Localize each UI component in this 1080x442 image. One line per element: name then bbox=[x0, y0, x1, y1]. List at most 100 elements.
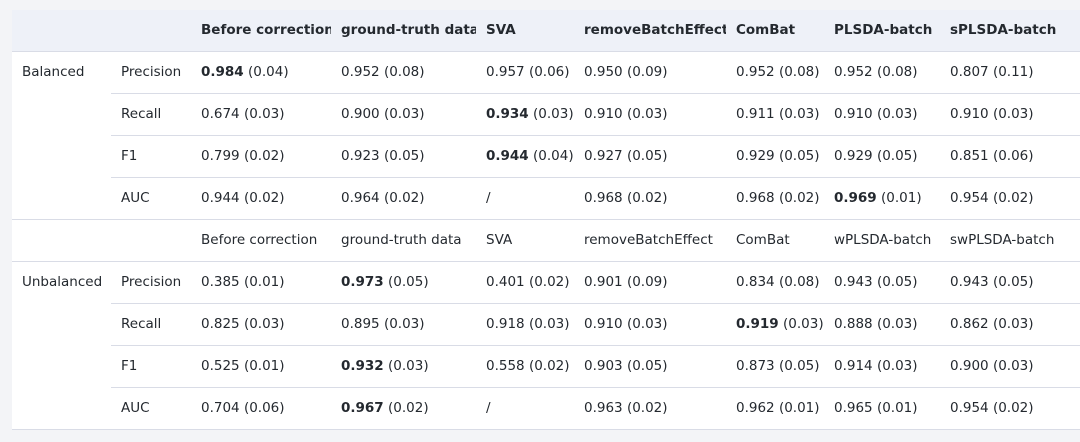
cell-value: / bbox=[486, 399, 491, 416]
table-cell: 0.799 (0.02) bbox=[191, 135, 331, 178]
table-cell: 0.919 (0.03) bbox=[726, 303, 824, 346]
cell-value: (0.04) bbox=[528, 147, 574, 164]
table-cell: 0.934 (0.03) bbox=[476, 93, 574, 136]
table-cell: 0.558 (0.02) bbox=[476, 345, 574, 388]
metric-label: AUC bbox=[111, 387, 191, 430]
cell-value: (0.03) bbox=[778, 315, 824, 332]
best-value: 0.967 bbox=[341, 399, 384, 416]
table-cell: 0.910 (0.03) bbox=[574, 93, 726, 136]
header-cell bbox=[12, 10, 111, 52]
table-cell: 0.807 (0.11) bbox=[940, 51, 1080, 94]
group-label bbox=[12, 136, 111, 178]
header-cell: ComBat bbox=[726, 10, 824, 52]
best-value: 0.969 bbox=[834, 189, 877, 206]
cell-value: (0.02) bbox=[383, 399, 429, 416]
best-value: 0.984 bbox=[201, 63, 244, 80]
cell-value: 0.911 (0.03) bbox=[736, 105, 820, 122]
best-value: 0.919 bbox=[736, 315, 779, 332]
table-cell: 0.888 (0.03) bbox=[824, 303, 940, 346]
cell-value: 0.910 (0.03) bbox=[950, 105, 1034, 122]
subheader-row: Before correction ground-truth data SVA rem… bbox=[12, 219, 1080, 262]
header-cell: SVA bbox=[476, 10, 574, 52]
subheader-cell: ground-truth data bbox=[331, 219, 476, 262]
metric-label: F1 bbox=[111, 135, 191, 178]
table-cell: 0.929 (0.05) bbox=[726, 135, 824, 178]
table-cell: 0.965 (0.01) bbox=[824, 387, 940, 430]
cell-value: 0.900 (0.03) bbox=[950, 357, 1034, 374]
table-cell: 0.973 (0.05) bbox=[331, 261, 476, 304]
table-cell: 0.834 (0.08) bbox=[726, 261, 824, 304]
cell-value: 0.901 (0.09) bbox=[584, 273, 668, 290]
metric-label: Precision bbox=[111, 261, 191, 304]
table-cell: 0.929 (0.05) bbox=[824, 135, 940, 178]
metric-label: Precision bbox=[111, 51, 191, 94]
results-table: Before correction ground-truth data SVA … bbox=[12, 10, 1080, 430]
header-cell: ground-truth data bbox=[331, 10, 476, 52]
group-label bbox=[12, 304, 111, 346]
cell-value: 0.401 (0.02) bbox=[486, 273, 570, 290]
table-cell: 0.825 (0.03) bbox=[191, 303, 331, 346]
table-cell: 0.862 (0.03) bbox=[940, 303, 1080, 346]
cell-value: 0.851 (0.06) bbox=[950, 147, 1034, 164]
cell-value: 0.962 (0.01) bbox=[736, 399, 820, 416]
cell-value: (0.05) bbox=[383, 273, 429, 290]
cell-value: 0.558 (0.02) bbox=[486, 357, 570, 374]
cell-value: 0.952 (0.08) bbox=[341, 63, 425, 80]
cell-value: 0.950 (0.09) bbox=[584, 63, 668, 80]
cell-value: 0.888 (0.03) bbox=[834, 315, 918, 332]
table-cell: 0.968 (0.02) bbox=[574, 177, 726, 220]
cell-value: 0.807 (0.11) bbox=[950, 63, 1034, 80]
subheader-cell: Before correction bbox=[191, 219, 331, 262]
table-cell: 0.962 (0.01) bbox=[726, 387, 824, 430]
subheader-cell bbox=[111, 219, 191, 262]
subheader-cell: swPLSDA-batch bbox=[940, 219, 1080, 262]
table-row: Recall 0.674 (0.03) 0.900 (0.03) 0.934 (0.0… bbox=[12, 93, 1080, 136]
table-cell: 0.964 (0.02) bbox=[331, 177, 476, 220]
table-cell: 0.944 (0.04) bbox=[476, 135, 574, 178]
table-cell: 0.950 (0.09) bbox=[574, 51, 726, 94]
subheader-cell bbox=[12, 219, 111, 262]
cell-value: 0.927 (0.05) bbox=[584, 147, 668, 164]
table-cell: 0.957 (0.06) bbox=[476, 51, 574, 94]
cell-value: 0.963 (0.02) bbox=[584, 399, 668, 416]
group-label bbox=[12, 177, 111, 220]
table-cell: 0.525 (0.01) bbox=[191, 345, 331, 388]
cell-value: 0.943 (0.05) bbox=[834, 273, 918, 290]
table-row: AUC 0.944 (0.02) 0.964 (0.02) / 0.968 (0.02)… bbox=[12, 177, 1080, 220]
cell-value: 0.900 (0.03) bbox=[341, 105, 425, 122]
table-cell: 0.927 (0.05) bbox=[574, 135, 726, 178]
table-cell: 0.401 (0.02) bbox=[476, 261, 574, 304]
cell-value: 0.943 (0.05) bbox=[950, 273, 1034, 290]
table-cell: 0.969 (0.01) bbox=[824, 177, 940, 220]
group-label bbox=[12, 94, 111, 136]
subheader-cell: SVA bbox=[476, 219, 574, 262]
group-label bbox=[12, 346, 111, 388]
cell-value: 0.834 (0.08) bbox=[736, 273, 820, 290]
table-cell: 0.674 (0.03) bbox=[191, 93, 331, 136]
table-cell: 0.900 (0.03) bbox=[940, 345, 1080, 388]
subheader-cell: removeBatchEffect bbox=[574, 219, 726, 262]
best-value: 0.934 bbox=[486, 105, 529, 122]
cell-value: 0.968 (0.02) bbox=[736, 189, 820, 206]
table-row: Unbalanced Precision 0.385 (0.01) 0.973 (0.… bbox=[12, 261, 1080, 304]
cell-value: 0.965 (0.01) bbox=[834, 399, 918, 416]
results-table-container: Before correction ground-truth data SVA … bbox=[12, 10, 1080, 430]
header-cell: sPLSDA-batch bbox=[940, 10, 1080, 52]
table-cell: 0.967 (0.02) bbox=[331, 387, 476, 430]
cell-value: 0.862 (0.03) bbox=[950, 315, 1034, 332]
table-cell: 0.952 (0.08) bbox=[726, 51, 824, 94]
table-cell: 0.943 (0.05) bbox=[940, 261, 1080, 304]
group-label: Balanced bbox=[22, 64, 85, 80]
cell-value: (0.03) bbox=[528, 105, 574, 122]
cell-value: 0.799 (0.02) bbox=[201, 147, 285, 164]
table-cell: 0.923 (0.05) bbox=[331, 135, 476, 178]
table-cell: 0.873 (0.05) bbox=[726, 345, 824, 388]
cell-value: 0.954 (0.02) bbox=[950, 399, 1034, 416]
table-cell: 0.704 (0.06) bbox=[191, 387, 331, 430]
cell-value: 0.895 (0.03) bbox=[341, 315, 425, 332]
table-cell: 0.954 (0.02) bbox=[940, 387, 1080, 430]
table-cell: 0.385 (0.01) bbox=[191, 261, 331, 304]
cell-value: 0.929 (0.05) bbox=[834, 147, 918, 164]
table-cell: 0.954 (0.02) bbox=[940, 177, 1080, 220]
table-cell: 0.851 (0.06) bbox=[940, 135, 1080, 178]
